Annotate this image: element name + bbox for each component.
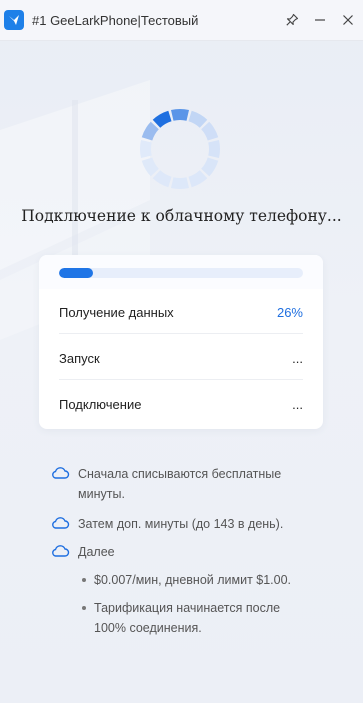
cloud-icon xyxy=(52,545,70,557)
spinner-segment xyxy=(141,121,159,141)
spinner-segment xyxy=(208,140,220,158)
spinner-segment xyxy=(152,170,172,188)
bullet-dot xyxy=(82,606,86,610)
bullet-dot xyxy=(82,578,86,582)
pin-icon xyxy=(286,13,299,26)
step-row-launch: Запуск ... xyxy=(59,335,303,381)
spinner-segment xyxy=(171,109,189,121)
step-value: 26% xyxy=(276,304,303,320)
note-item: Сначала списываются бесплатные минуты. xyxy=(50,464,308,504)
spinner-segment xyxy=(171,177,189,189)
step-label: Получение данных xyxy=(59,304,174,320)
loading-spinner-icon xyxy=(140,109,220,189)
close-icon xyxy=(343,15,353,25)
spinner-segment xyxy=(141,157,159,177)
step-value: ... xyxy=(292,350,303,366)
note-item: Далее xyxy=(50,542,115,562)
note-sub-item: $0.007/мин, дневной лимит $1.00. xyxy=(82,570,314,590)
cloud-icon xyxy=(52,467,70,479)
pin-button[interactable] xyxy=(279,7,305,33)
progress-bar-fill xyxy=(59,268,94,278)
connecting-message: Подключение к облачному телефону... xyxy=(21,207,342,225)
step-label: Подключение xyxy=(59,396,142,412)
spinner-segment xyxy=(140,140,152,158)
spinner-segment xyxy=(188,170,208,188)
note-item: Затем доп. минуты (до 143 в день). xyxy=(50,514,328,534)
step-label: Запуск xyxy=(59,350,100,366)
cloud-icon xyxy=(52,517,70,529)
spinner-segment xyxy=(152,110,172,128)
minimize-icon xyxy=(315,19,325,21)
note-text: Сначала списываются бесплатные минуты. xyxy=(78,467,282,501)
spinner-segment xyxy=(188,110,208,128)
divider xyxy=(59,333,303,334)
spinner-segment xyxy=(201,121,219,141)
close-button[interactable] xyxy=(335,7,361,33)
step-value: ... xyxy=(292,396,303,412)
connection-progress-card: Получение данных 26% Запуск ... Подключе… xyxy=(39,255,323,429)
note-text: Далее xyxy=(78,545,115,559)
step-row-connect: Подключение ... xyxy=(59,381,303,427)
spinner-segment xyxy=(201,157,219,177)
window-titlebar: #1 GeeLarkPhone|Тестовый xyxy=(0,0,363,41)
window-title: #1 GeeLarkPhone|Тестовый xyxy=(32,12,199,28)
geelark-logo-icon xyxy=(4,10,24,30)
note-sub-text: Тарификация начинается после 100% соедин… xyxy=(94,601,281,635)
note-sub-text: $0.007/мин, дневной лимит $1.00. xyxy=(94,573,292,587)
progress-bar xyxy=(59,268,303,278)
step-row-data: Получение данных 26% xyxy=(59,289,303,335)
note-sub-item: Тарификация начинается после 100% соедин… xyxy=(82,598,314,638)
divider xyxy=(59,379,303,380)
note-text: Затем доп. минуты (до 143 в день). xyxy=(78,517,284,531)
minimize-button[interactable] xyxy=(307,7,333,33)
